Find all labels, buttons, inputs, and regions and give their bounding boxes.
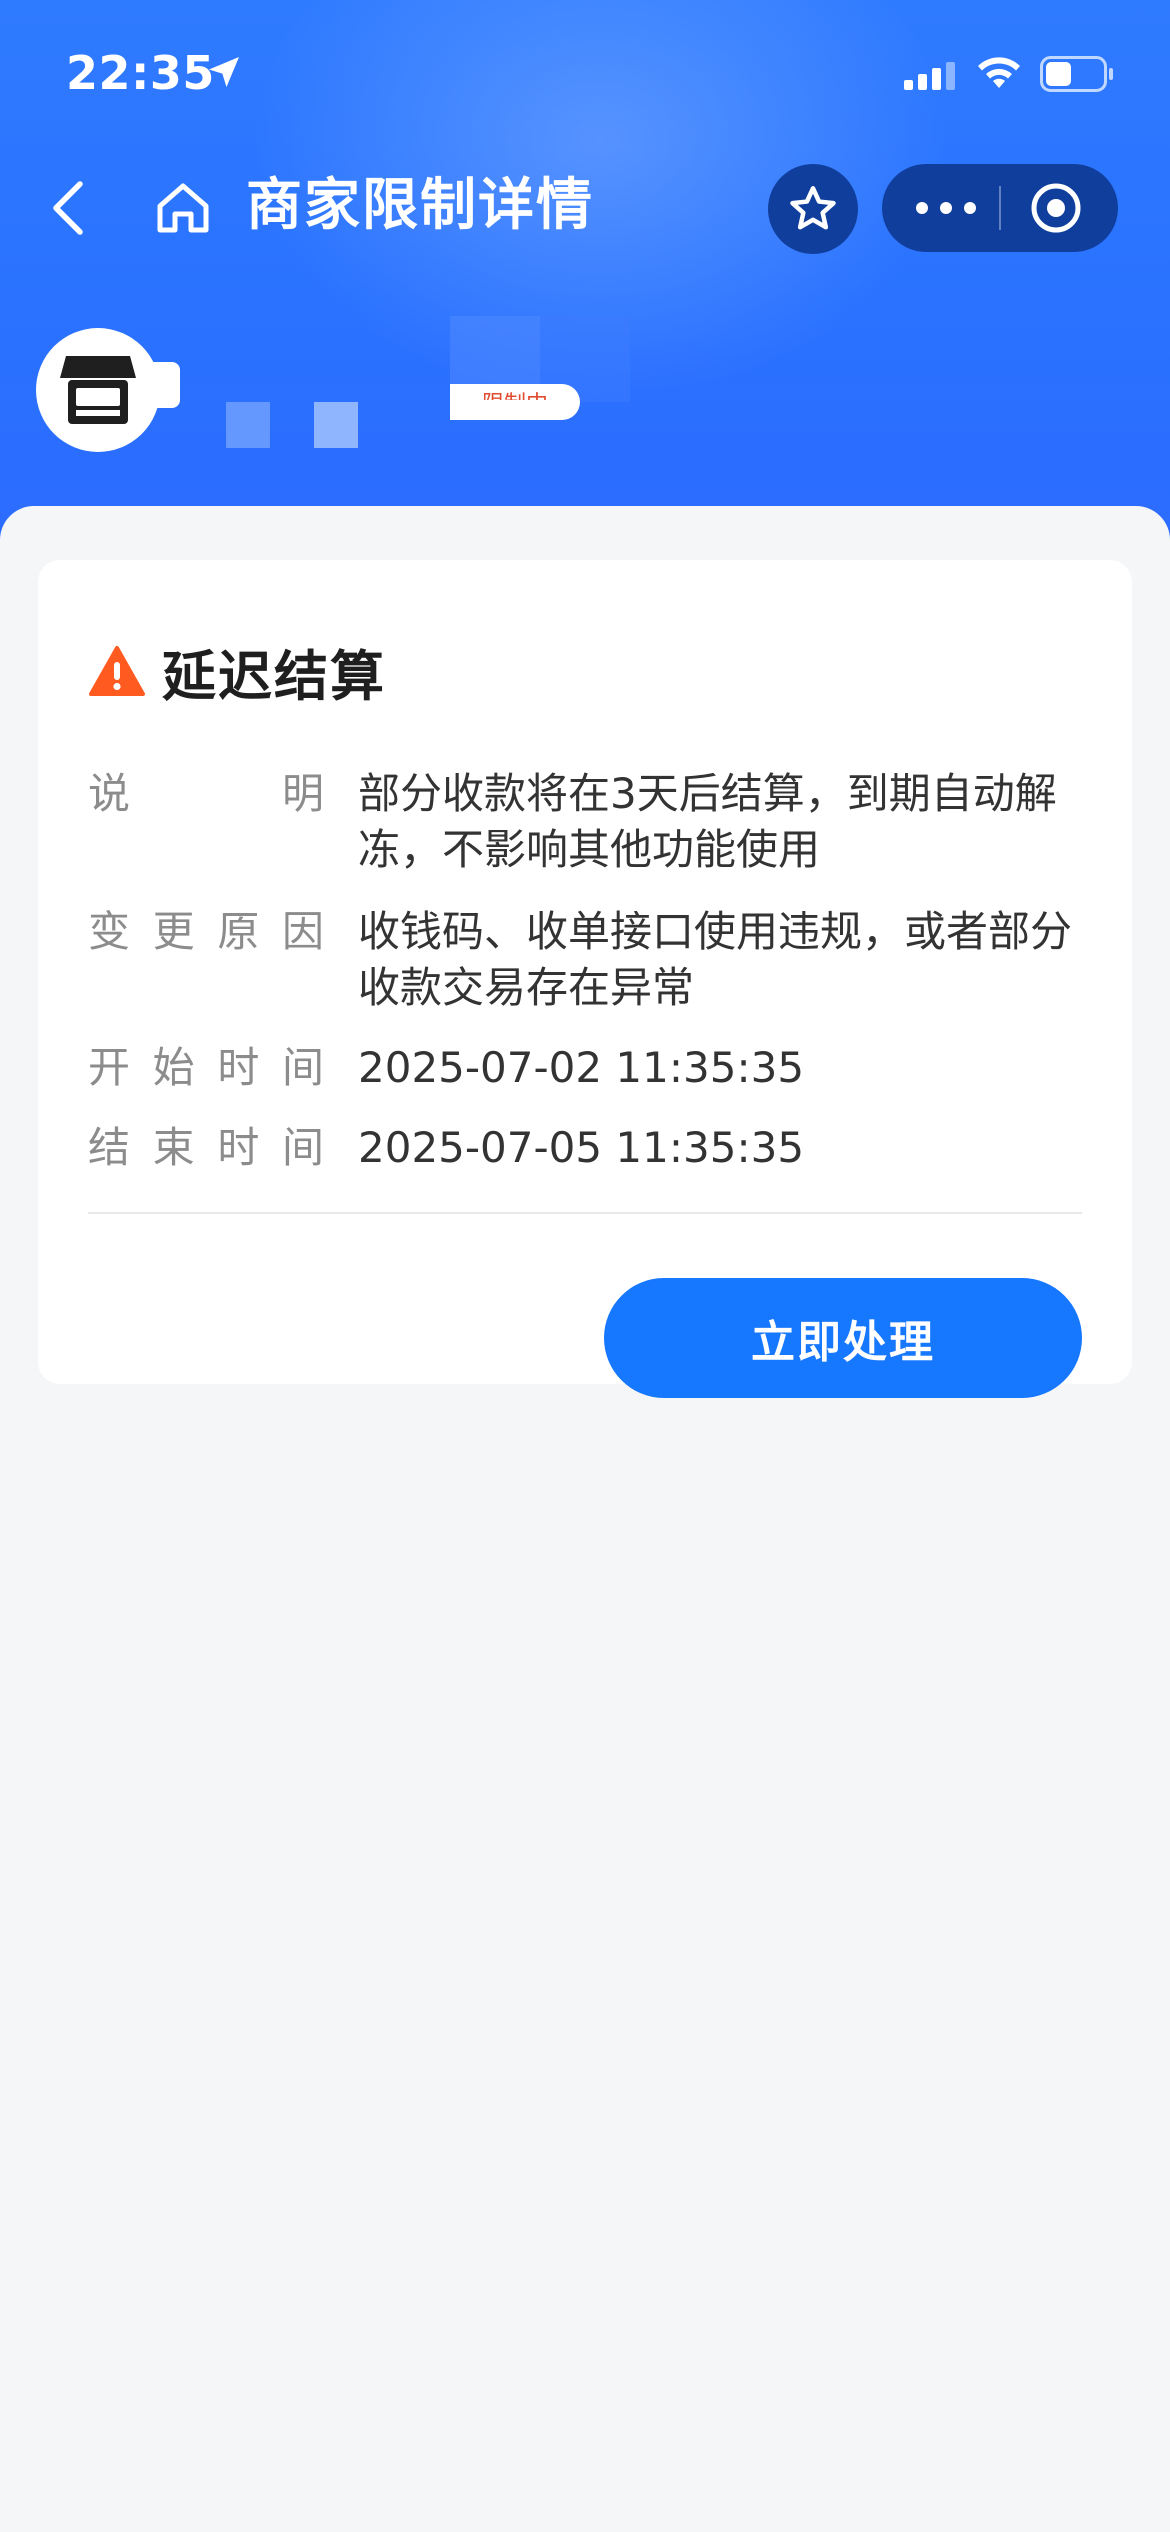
info-value: 2025-07-05 11:35:35 (358, 1123, 805, 1172)
blurred-merchant-info (314, 402, 358, 448)
blurred-merchant-info (226, 402, 270, 448)
cellular-signal-icon (904, 62, 955, 90)
warning-triangle-icon (89, 646, 145, 696)
info-value: 部分收款将在3天后结算，到期自动解冻，不影响其他功能使用 (358, 769, 1057, 874)
info-value: 2025-07-02 11:35:35 (358, 1043, 805, 1092)
home-icon[interactable] (154, 180, 212, 236)
info-label: 结束时间 (88, 1123, 324, 1172)
battery-icon (1040, 56, 1113, 92)
card-title: 延迟结算 (162, 644, 386, 708)
restriction-card: 延迟结算 说明 部分收款将在3天后结算，到期自动解冻，不影响其他功能使用 变更原… (38, 560, 1132, 1398)
location-arrow-icon (209, 57, 239, 87)
page-title: 商家限制详情 (246, 173, 594, 238)
content-sheet: 延迟结算 说明 部分收款将在3天后结算，到期自动解冻，不影响其他功能使用 变更原… (0, 506, 1170, 2532)
merchant-avatar (36, 328, 160, 452)
info-label: 开始时间 (88, 1043, 324, 1092)
avatar-badge-tab (150, 362, 180, 408)
mini-program-capsule (882, 164, 1118, 252)
handle-now-button[interactable]: 立即处理 (604, 1278, 1082, 1398)
card-header: 延迟结算 (88, 636, 386, 708)
store-icon (60, 356, 136, 424)
info-label: 变更原因 (88, 907, 324, 956)
info-value: 收钱码、收单接口使用违规，或者部分收款交易存在异常 (358, 907, 1073, 1012)
capsule-divider (999, 186, 1001, 230)
more-dots-icon[interactable] (912, 188, 980, 228)
info-label: 说明 (88, 769, 324, 818)
back-chevron-icon[interactable] (46, 178, 90, 238)
card-divider (88, 1212, 1082, 1214)
wifi-icon (978, 57, 1020, 88)
merchant-status-tag-text: 限制中 (450, 386, 580, 400)
favorite-button[interactable] (768, 164, 858, 254)
status-time: 22:35 (66, 46, 215, 100)
star-icon (790, 186, 836, 230)
target-icon[interactable] (1028, 180, 1084, 236)
merchant-status-tag: 限制中 (450, 384, 580, 420)
status-bar: 22:35 (0, 0, 1170, 150)
